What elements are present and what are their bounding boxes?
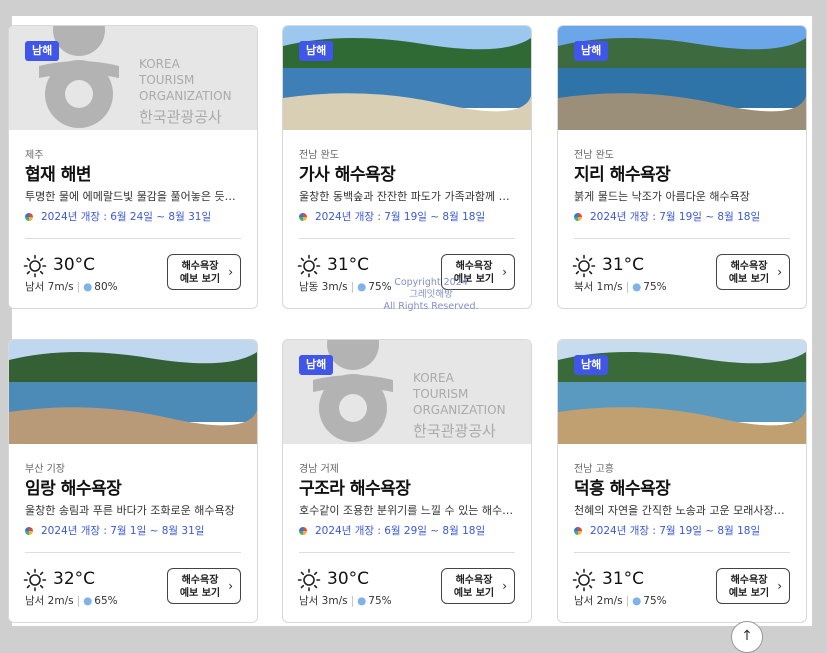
beach-description: 울창한 송림과 푸른 바다가 조화로운 해수욕장 (25, 504, 235, 517)
opening-period: 2024년 개장 : 6월 24일 ~ 8월 31일 (25, 209, 211, 224)
calendar-dot-icon (299, 527, 307, 535)
beach-thumbnail (9, 340, 257, 444)
beach-card[interactable]: KOREA TOURISM ORGANIZATION 한국관광공사 남해 제주 … (8, 25, 258, 309)
temperature: 31°C (602, 255, 645, 275)
forecast-button[interactable]: 해수욕장 예보 보기 › (167, 568, 241, 604)
droplet-icon: ● (83, 595, 93, 607)
calendar-dot-icon (25, 527, 33, 535)
beach-title[interactable]: 임랑 해수욕장 (25, 474, 122, 499)
forecast-button[interactable]: 해수욕장 예보 보기 › (716, 568, 790, 604)
sun-icon (297, 254, 321, 278)
beach-card[interactable]: 남해 전남 완도 지리 해수욕장 붉게 물드는 낙조가 아름다운 해수욕장 20… (557, 25, 807, 309)
logo-text-3: ORGANIZATION (413, 403, 506, 417)
beach-title[interactable]: 덕흥 해수욕장 (574, 474, 671, 499)
region-badge: 남해 (574, 41, 609, 61)
wind-humidity: 북서 1m/s | ● 75% (574, 281, 667, 293)
opening-period: 2024년 개장 : 7월 19일 ~ 8월 18일 (574, 209, 760, 224)
beach-region: 전남 완도 (574, 150, 614, 161)
region-badge: 남해 (299, 41, 334, 61)
logo-text-4: 한국관광공사 (139, 108, 222, 126)
droplet-icon: ● (632, 281, 642, 293)
beach-region: 전남 고흥 (574, 464, 614, 475)
opening-period: 2024년 개장 : 7월 19일 ~ 8월 18일 (299, 209, 485, 224)
logo-text-3: ORGANIZATION (139, 89, 232, 103)
beach-card[interactable]: KOREA TOURISM ORGANIZATION 한국관광공사 남해 경남 … (282, 339, 532, 623)
sun-icon (23, 568, 47, 592)
logo-text-1: KOREA (413, 371, 455, 385)
beach-description: 붉게 물드는 낙조가 아름다운 해수욕장 (574, 190, 750, 203)
opening-period: 2024년 개장 : 7월 19일 ~ 8월 18일 (574, 523, 760, 538)
chevron-right-icon: › (777, 265, 782, 279)
beach-title[interactable]: 지리 해수욕장 (574, 160, 671, 185)
logo-text-2: TOURISM (412, 387, 468, 401)
beach-card[interactable]: 남해 전남 완도 가사 해수욕장 울창한 동백숲과 잔잔한 파도가 가족과함께 … (282, 25, 532, 309)
divider (25, 238, 241, 239)
opening-period: 2024년 개장 : 7월 1일 ~ 8월 31일 (25, 523, 204, 538)
sun-icon (572, 254, 596, 278)
temperature: 32°C (53, 569, 96, 589)
logo-text-4: 한국관광공사 (413, 422, 496, 440)
droplet-icon: ● (632, 595, 642, 607)
beach-description: 울창한 동백숲과 잔잔한 파도가 가족과함께 … (299, 190, 510, 203)
forecast-button[interactable]: 해수욕장 예보 보기 › (716, 254, 790, 290)
chevron-right-icon: › (777, 579, 782, 593)
chevron-right-icon: › (502, 579, 507, 593)
divider (574, 552, 790, 553)
calendar-dot-icon (574, 527, 582, 535)
beach-description: 투명한 물에 에메랄드빛 물감을 풀어놓은 듯… (25, 190, 236, 203)
forecast-button[interactable]: 해수욕장 예보 보기 › (441, 568, 515, 604)
beach-title[interactable]: 구조라 해수욕장 (299, 474, 411, 499)
divider (299, 552, 515, 553)
wind-humidity: 남서 2m/s | ● 65% (25, 595, 118, 607)
region-badge: 남해 (574, 355, 609, 375)
arrow-up-icon: ↑ (741, 628, 753, 644)
chevron-right-icon: › (502, 265, 507, 279)
wind-humidity: 남서 3m/s | ● 75% (299, 595, 392, 607)
beach-description: 호수같이 조용한 분위기를 느낄 수 있는 해수… (299, 504, 514, 517)
beach-region: 부산 기장 (25, 464, 65, 475)
sun-icon (572, 568, 596, 592)
beach-region: 경남 거제 (299, 464, 339, 475)
region-badge: 남해 (25, 41, 60, 61)
scroll-to-top-button[interactable]: ↑ (731, 621, 763, 653)
sun-icon (23, 254, 47, 278)
calendar-dot-icon (25, 213, 33, 221)
droplet-icon: ● (357, 595, 367, 607)
wind-humidity: 남서 7m/s | ● 80% (25, 281, 118, 293)
beach-region: 제주 (25, 150, 44, 161)
droplet-icon: ● (83, 281, 93, 293)
sun-icon (297, 568, 321, 592)
temperature: 30°C (53, 255, 96, 275)
calendar-dot-icon (299, 213, 307, 221)
divider (574, 238, 790, 239)
copyright-notice: Copyright 2024 그레잇해방 All Rights Reserved… (383, 277, 479, 312)
chevron-right-icon: › (228, 265, 233, 279)
beach-card[interactable]: 부산 기장 임랑 해수욕장 울창한 송림과 푸른 바다가 조화로운 해수욕장 2… (8, 339, 258, 623)
temperature: 31°C (602, 569, 645, 589)
calendar-dot-icon (574, 213, 582, 221)
chevron-right-icon: › (228, 579, 233, 593)
droplet-icon: ● (357, 281, 367, 293)
temperature: 30°C (327, 569, 370, 589)
forecast-button[interactable]: 해수욕장 예보 보기 › (167, 254, 241, 290)
logo-text-1: KOREA (139, 57, 181, 71)
divider (25, 552, 241, 553)
page: KOREA TOURISM ORGANIZATION 한국관광공사 남해 제주 … (0, 0, 827, 643)
divider (299, 238, 515, 239)
logo-text-2: TOURISM (138, 73, 194, 87)
region-badge: 남해 (299, 355, 334, 375)
wind-humidity: 남서 2m/s | ● 75% (574, 595, 667, 607)
beach-card[interactable]: 남해 전남 고흥 덕흥 해수욕장 천혜의 자연을 간직한 노송과 고운 모래사장… (557, 339, 807, 623)
beach-region: 전남 완도 (299, 150, 339, 161)
beach-description: 천혜의 자연을 간직한 노송과 고운 모래사장… (574, 504, 785, 517)
temperature: 31°C (327, 255, 370, 275)
opening-period: 2024년 개장 : 6월 29일 ~ 8월 18일 (299, 523, 485, 538)
beach-title[interactable]: 협재 해변 (25, 160, 91, 185)
beach-title[interactable]: 가사 해수욕장 (299, 160, 396, 185)
